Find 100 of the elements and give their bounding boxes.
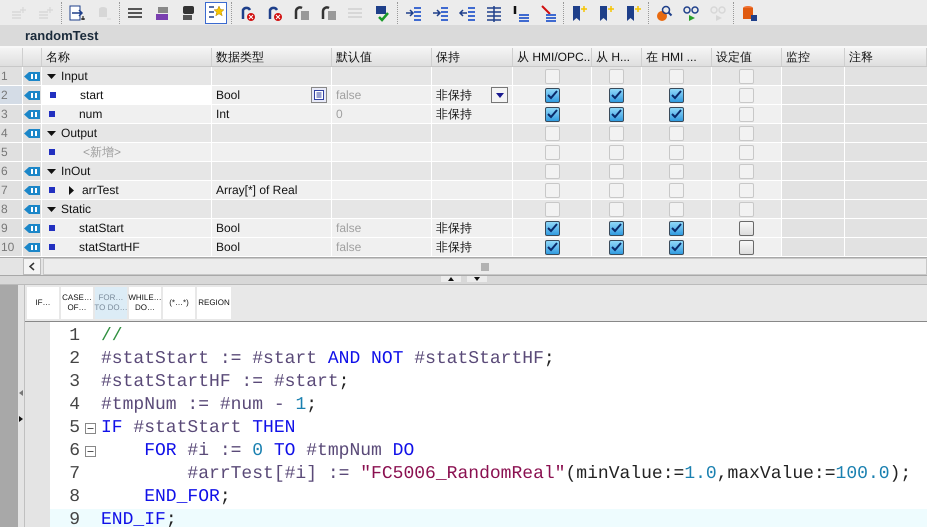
checkbox[interactable] [609,240,624,254]
table-cell [782,143,845,161]
list-button[interactable] [311,87,327,103]
table-row[interactable]: 8 Static [0,200,927,219]
table-cell [782,124,845,142]
expand-triangle-icon[interactable] [47,166,56,176]
table-cell[interactable]: 非保持 [432,105,513,123]
checkbox[interactable] [544,240,560,254]
table-cell[interactable]: Bool [212,219,332,237]
checkbox[interactable] [739,220,754,236]
table-cell[interactable]: 非保持 [432,238,513,256]
expand-arrow-icon[interactable] [19,416,23,422]
table-row[interactable]: 6 InOut [0,162,927,181]
square-icon [48,111,54,117]
scroll-left-button[interactable] [23,258,41,275]
column-header[interactable]: 保持 [432,48,513,66]
snippet-button[interactable]: IF… [27,287,59,319]
table-row[interactable]: 2 start Bool false 非保持 [0,86,927,105]
table-row[interactable]: 10 statStartHF Bool false 非保持 [0,238,927,257]
expand-triangle-icon[interactable] [67,186,76,194]
collapse-arrow-icon[interactable] [19,390,23,396]
code-line: #statStart := #start AND NOT #statStartHF; [101,348,555,371]
snippet-button[interactable]: (*…*) [163,287,195,319]
checkbox[interactable] [669,88,684,102]
dropdown-button[interactable] [491,87,508,103]
row-number: 10 [0,238,23,256]
column-header[interactable]: 在 HMI ... [642,48,712,66]
arrow-box-icon [292,4,310,22]
table-cell[interactable]: Input [42,67,212,85]
table-cell[interactable]: statStart [42,219,212,237]
table-cell[interactable] [845,162,927,180]
column-header[interactable]: 名称 [42,48,212,66]
column-header[interactable]: 监控 [782,48,845,66]
chevron-left-icon [29,262,35,271]
variable-name: statStart [79,220,124,237]
bookmark-icon [597,4,615,22]
checkbox[interactable] [669,240,684,254]
table-row[interactable]: 9 statStart Bool false 非保持 [0,219,927,238]
table-cell[interactable]: num [42,105,212,123]
table-cell[interactable]: 非保持 [432,219,513,237]
square-icon [48,187,54,193]
fold-minus-icon[interactable] [85,446,96,457]
table-row[interactable]: 1 Input [0,67,927,86]
checkbox[interactable] [669,220,684,236]
table-cell[interactable]: Bool [212,86,332,104]
table-cell[interactable]: InOut [42,162,212,180]
column-header[interactable]: 从 HMI/OPC.. [513,48,592,66]
table-cell[interactable]: start [42,86,212,104]
snippet-button[interactable]: REGION [197,287,231,319]
table-cell[interactable]: Bool [212,238,332,256]
checkbox[interactable] [739,240,754,254]
table-cell[interactable]: Output [42,124,212,142]
table-cell[interactable]: Int [212,105,332,123]
table-cell[interactable] [845,105,927,123]
checkbox[interactable] [609,88,624,102]
table-cell[interactable] [845,238,927,256]
checkbox[interactable] [544,88,560,102]
line-number: 3 [68,371,80,394]
fold-minus-icon[interactable] [85,423,96,434]
checkbox[interactable] [609,220,624,236]
expand-triangle-icon[interactable] [47,72,56,80]
default-value: 0 [336,106,343,123]
toolbar-button[interactable] [205,2,227,24]
snippet-button[interactable]: CASE… OF… [61,287,93,319]
expand-triangle-icon[interactable] [47,204,56,214]
checkbox[interactable] [544,106,560,122]
table-cell[interactable]: 非保持 [432,86,513,104]
variable-name: Static [61,201,92,218]
table-row[interactable]: 4 Output [0,124,927,143]
document-arrow-icon [68,4,86,22]
column-header[interactable]: 数据类型 [212,48,332,66]
column-header[interactable]: 从 H... [592,48,642,66]
column-header[interactable]: 设定值 [712,48,782,66]
table-cell[interactable] [845,181,927,199]
line-number: 8 [68,486,80,509]
code-line: FOR #i := 0 TO #tmpNum DO [143,440,414,463]
variable-name: Input [61,68,88,85]
checkbox[interactable] [544,220,560,236]
table-cell[interactable] [845,67,927,85]
table-cell[interactable] [845,200,927,218]
snippet-button[interactable]: WHILE… DO… [129,287,161,319]
row-number: 7 [0,181,23,199]
column-header[interactable]: 默认值 [332,48,432,66]
line-number: 9 [68,509,80,527]
table-cell[interactable]: arrTest [42,181,212,199]
table-row[interactable]: 3 num Int 0 非保持 [0,105,927,124]
bars-cross-icon [539,4,557,22]
table-cell[interactable]: Array[*] of Real [212,181,332,199]
table-cell[interactable] [845,219,927,237]
expand-triangle-icon[interactable] [47,128,56,138]
table-cell[interactable]: statStartHF [42,238,212,256]
interface-tag-icon [24,222,40,234]
table-cell[interactable] [845,124,927,142]
table-cell[interactable] [845,86,927,104]
column-header[interactable]: 注释 [845,48,927,66]
checkbox[interactable] [609,106,624,122]
checkbox[interactable] [669,106,684,122]
table-row[interactable]: 7 arrTest Array[*] of Real [0,181,927,200]
table-cell[interactable] [845,143,927,161]
table-cell[interactable]: Static [42,200,212,218]
